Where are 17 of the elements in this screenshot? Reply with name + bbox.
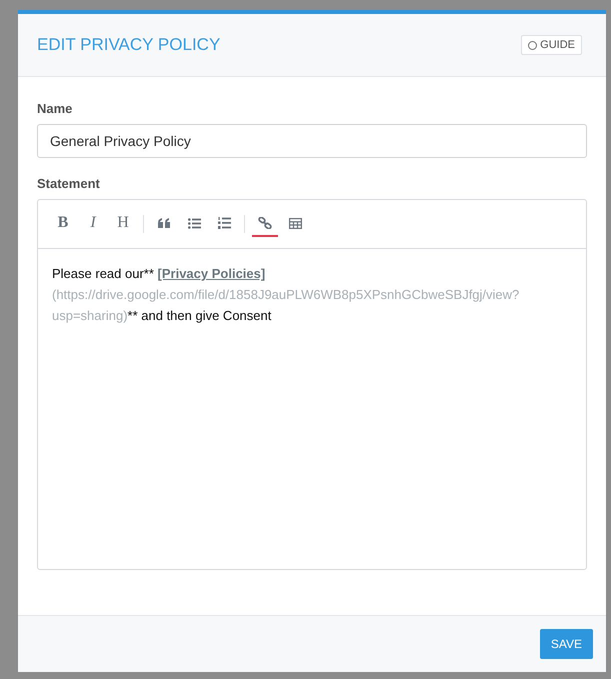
quote-icon <box>158 218 170 228</box>
link-icon <box>258 217 272 229</box>
bold-button[interactable]: B <box>50 211 76 237</box>
save-button[interactable]: SAVE <box>540 629 593 659</box>
field-label: Statement <box>37 174 101 192</box>
name-field[interactable]: General Privacy Policy <box>37 124 587 158</box>
editor-text: Please read our** [Privacy Policies] (https://drive.google.com/file/d/1858J9auPLW6WB8p5XPsnhGCbweSBJfgj/view?usp=sharing)** and then give Consent <box>52 265 520 325</box>
table-icon <box>288 218 302 228</box>
guide-button[interactable]: GUIDE <box>521 35 582 55</box>
numbered-list-icon <box>218 217 230 229</box>
field-label: Name <box>37 100 74 118</box>
modal-title: EDIT PRIVACY POLICY <box>37 34 220 56</box>
heading-button[interactable]: H <box>110 211 136 237</box>
link-text[interactable]: [Privacy Policies] <box>158 266 266 281</box>
markdown-editor[interactable]: B I H Please read our** [Privacy Policies] (https://drive.google.com/file/d/1858J9auPLW6WB8p5XPsnhGCbweSBJfgj/view?usp=sharing)** and then give Consent <box>37 199 587 570</box>
bullet-list-icon <box>188 218 200 228</box>
italic-button[interactable]: I <box>80 211 106 237</box>
